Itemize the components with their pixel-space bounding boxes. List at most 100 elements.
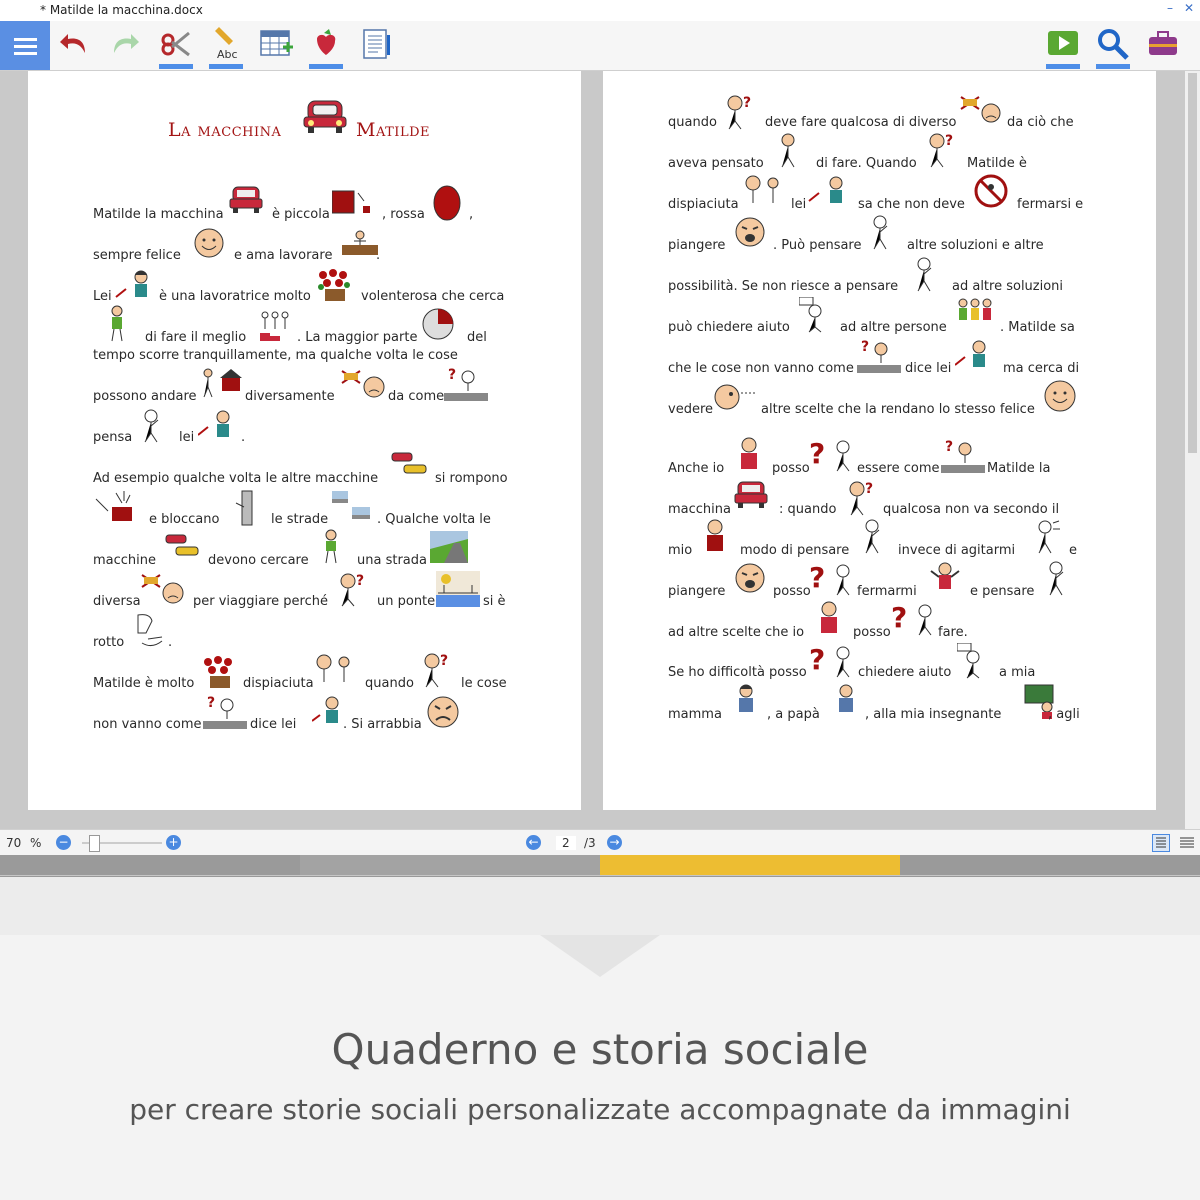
- hamburger-menu-button[interactable]: [0, 21, 50, 70]
- spellcheck-icon[interactable]: Abc: [209, 27, 243, 61]
- text-segment: Anche io: [668, 461, 725, 476]
- text-segment: ma cerca di: [1003, 361, 1080, 376]
- text-segment: possono andare: [93, 389, 197, 404]
- page-number-input[interactable]: 2: [556, 836, 576, 850]
- cars-icon: [165, 534, 199, 556]
- text-segment: è piccola: [272, 207, 330, 222]
- text-segment: si è: [483, 594, 506, 609]
- my-icon: [707, 519, 723, 551]
- can-icon: ?: [809, 437, 850, 472]
- block-icon: [235, 490, 253, 526]
- progress-segment-active: [600, 855, 900, 875]
- document-area[interactable]: La macchina Matilde Matilde la macchina …: [0, 71, 1185, 829]
- text-segment: modo di pensare: [740, 543, 850, 558]
- text-segment: dice lei: [905, 361, 952, 376]
- text-segment: . Matilde sa: [1000, 320, 1075, 335]
- toolbox-icon[interactable]: [1146, 27, 1180, 61]
- text-segment: Matilde la macchina: [93, 207, 224, 222]
- svg-text:?: ?: [809, 561, 825, 594]
- why-icon: ?: [340, 573, 364, 607]
- scrollbar-thumb[interactable]: [1188, 73, 1197, 453]
- text-segment: posso: [772, 461, 810, 476]
- document-icon[interactable]: [359, 27, 393, 61]
- title-left: La macchina: [168, 119, 282, 141]
- person-icon: [111, 305, 123, 342]
- spellcheck-underline: [209, 64, 243, 69]
- play-icon[interactable]: [1046, 27, 1080, 61]
- cry-face-icon: [735, 217, 765, 247]
- svg-text:Abc: Abc: [217, 48, 238, 61]
- status-bar: 70 % − + ← 2 /3 →: [0, 829, 1200, 856]
- text-segment: invece di agitarmi: [898, 543, 1016, 558]
- text-segment: è una lavoratrice molto: [159, 289, 311, 304]
- undo-icon[interactable]: [58, 27, 92, 61]
- sad-person-icon: [316, 654, 350, 682]
- she-person-icon: [115, 270, 148, 298]
- when-icon: ?: [929, 133, 953, 168]
- father-icon: [839, 684, 853, 712]
- caption-arrow: [540, 935, 660, 977]
- next-page-button[interactable]: →: [607, 835, 622, 850]
- text-segment: , a papà: [767, 707, 820, 722]
- when-icon: ?: [849, 481, 873, 516]
- text-segment: volenterosa che cerca: [361, 289, 505, 304]
- zoom-slider-thumb[interactable]: [89, 835, 100, 852]
- vertical-scrollbar[interactable]: [1185, 71, 1200, 829]
- prev-page-button[interactable]: ←: [526, 835, 541, 850]
- text-segment: per viaggiare perché: [193, 594, 328, 609]
- can-icon: ?: [891, 601, 932, 636]
- page-total: /3: [584, 836, 596, 850]
- text-segment: del: [467, 330, 487, 345]
- svg-text:?: ?: [945, 439, 953, 455]
- text-segment: macchine: [93, 553, 157, 568]
- text-segment: , alla mia insegnante: [865, 707, 1002, 722]
- text-segment: lei: [791, 197, 807, 212]
- text-segment: un ponte: [377, 594, 436, 609]
- close-button[interactable]: ✕: [1184, 1, 1194, 15]
- text-segment: da ciò che: [1007, 115, 1074, 130]
- cut-icon[interactable]: [159, 27, 193, 61]
- text-segment: vedere: [668, 402, 713, 417]
- text-view-icon[interactable]: [1178, 834, 1196, 852]
- table-icon[interactable]: [259, 27, 293, 61]
- text-segment: devono cercare: [208, 553, 309, 568]
- car-icon: [303, 100, 347, 133]
- text-segment: Matilde è molto: [93, 676, 195, 691]
- page-2: quando ? deve fare qualcosa di diverso d…: [603, 71, 1156, 810]
- think-icon: [781, 133, 795, 168]
- zoom-out-button[interactable]: −: [56, 835, 71, 850]
- when-icon: ?: [424, 653, 448, 688]
- page-view-icon[interactable]: [1152, 834, 1170, 852]
- toolbar: Abc: [0, 21, 1200, 71]
- minimize-button[interactable]: –: [1167, 1, 1173, 15]
- text-segment: quando: [668, 115, 717, 130]
- caption-subtitle: per creare storie sociali personalizzate…: [129, 1093, 1071, 1126]
- search-icon[interactable]: [1096, 27, 1130, 61]
- text-segment: essere come: [857, 461, 940, 476]
- text-segment: ad altre persone: [840, 320, 947, 335]
- zoom-slider[interactable]: [82, 835, 162, 852]
- text-segment: aveva pensato: [668, 156, 764, 171]
- text-segment: . La maggior parte: [297, 330, 418, 345]
- redo-icon[interactable]: [107, 27, 141, 61]
- text-segment: chiedere aiuto: [858, 665, 952, 680]
- different-icon: [341, 370, 385, 398]
- svg-text:?: ?: [356, 573, 364, 589]
- text-segment: fermarsi e: [1017, 197, 1084, 212]
- zoom-value[interactable]: 70: [6, 836, 21, 850]
- zoom-in-button[interactable]: +: [166, 835, 181, 850]
- svg-text:?: ?: [945, 133, 953, 149]
- angry-face-icon: [427, 696, 459, 728]
- she-person-icon: [312, 696, 339, 723]
- many-people-icon: [204, 656, 232, 688]
- text-segment: rotto: [93, 635, 125, 650]
- text-segment: Matilde è: [967, 156, 1027, 171]
- cry-face-icon: [735, 563, 765, 593]
- text-segment: e pensare: [970, 584, 1035, 599]
- think-icon: [1049, 561, 1064, 596]
- text-segment: e: [1069, 543, 1077, 558]
- progress-segment: [900, 855, 1200, 875]
- stop-icon: [930, 562, 960, 589]
- symbol-icon[interactable]: [309, 27, 343, 61]
- svg-text:?: ?: [861, 339, 869, 355]
